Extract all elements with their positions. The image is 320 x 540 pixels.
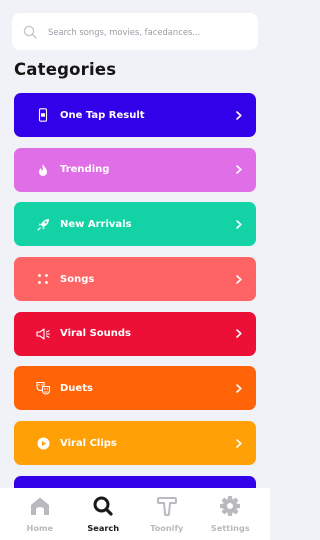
- chevron-right-icon: [222, 329, 256, 339]
- toonify-icon: [156, 496, 178, 520]
- category-card-songs[interactable]: Songs: [14, 257, 256, 302]
- gear-icon: [219, 496, 241, 520]
- tab-search[interactable]: Search: [72, 488, 134, 540]
- category-card-viral-sounds[interactable]: Viral Sounds: [14, 311, 256, 356]
- chevron-right-icon: [222, 274, 256, 284]
- category-label: New Arrivals: [60, 218, 132, 230]
- tab-label: Toonify: [150, 523, 184, 533]
- category-label: Viral Clips: [60, 437, 117, 449]
- tab-label: Search: [87, 523, 120, 533]
- tab-label: Settings: [210, 523, 250, 533]
- chevron-right-icon: [222, 438, 256, 448]
- category-label: Trending: [60, 164, 110, 176]
- search-icon: [12, 25, 48, 39]
- fire-icon: [28, 163, 58, 177]
- search-bar[interactable]: [12, 13, 258, 50]
- category-card-duets[interactable]: Duets: [14, 366, 256, 411]
- tab-toonify[interactable]: Toonify: [136, 488, 198, 540]
- chevron-right-icon: [222, 110, 256, 120]
- category-label: Duets: [60, 382, 93, 394]
- category-label: One Tap Result: [60, 109, 145, 121]
- category-label: Songs: [60, 273, 95, 285]
- phone-icon: [28, 108, 58, 122]
- category-card-one-tap-result[interactable]: One Tap Result: [14, 93, 256, 137]
- category-list: One Tap Result Trending New Arrivals Son…: [14, 93, 256, 531]
- tab-label: Home: [26, 523, 54, 533]
- chevron-right-icon: [222, 220, 256, 229]
- search-input[interactable]: [48, 26, 238, 37]
- rocket-icon: [28, 218, 58, 231]
- category-card-trending[interactable]: Trending: [14, 147, 256, 192]
- chevron-right-icon: [222, 384, 256, 393]
- home-icon: [29, 496, 51, 520]
- play-icon: [28, 437, 58, 450]
- chevron-right-icon: [222, 165, 256, 174]
- speaker-icon: [28, 328, 58, 340]
- category-label: Viral Sounds: [60, 328, 132, 340]
- dots-icon: [28, 273, 58, 285]
- page-title: Categories: [14, 60, 117, 79]
- category-card-viral-clips[interactable]: Viral Clips: [14, 421, 256, 466]
- bottom-tab-bar: Home Search Toonify Settings: [0, 488, 270, 540]
- tab-settings[interactable]: Settings: [199, 488, 261, 540]
- category-card-new-arrivals[interactable]: New Arrivals: [14, 202, 256, 247]
- tab-home[interactable]: Home: [9, 488, 71, 540]
- duet-masks-icon: [28, 381, 58, 395]
- search-icon: [92, 496, 114, 520]
